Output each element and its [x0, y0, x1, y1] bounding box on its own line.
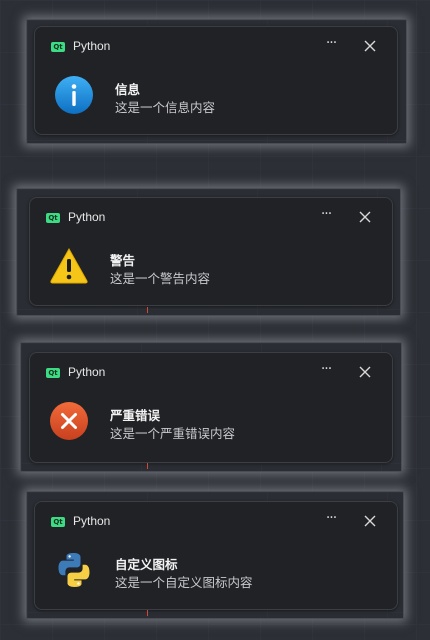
toast-title: 信息	[115, 82, 141, 97]
more-options-button[interactable]: ···	[319, 35, 343, 57]
more-options-button[interactable]: ···	[314, 206, 338, 228]
app-name: Python	[73, 39, 111, 53]
toast-window-error: Qt Python ··· 严重错误 这是一个严重错误内容	[20, 342, 402, 472]
close-button[interactable]	[354, 361, 376, 383]
warning-icon	[49, 246, 93, 290]
toast-window-custom: Qt Python ··· 自定义图标 这是一个自定义图标内容	[26, 491, 404, 619]
toast-card-warning[interactable]: Qt Python ··· 警告 这是一个警告内容	[29, 197, 393, 306]
toast-title: 警告	[110, 253, 136, 268]
close-button[interactable]	[354, 206, 376, 228]
toast-card-info[interactable]: Qt Python ··· 信息 这是一个信息内容	[34, 26, 398, 135]
toast-title: 严重错误	[110, 408, 161, 423]
qt-badge-icon: Qt	[46, 213, 60, 223]
toast-content: 这是一个警告内容	[110, 271, 211, 286]
desktop-background: Qt Python ··· 信息 这是一个信息内容 Qt Python ··· …	[0, 0, 430, 640]
qt-badge-icon: Qt	[51, 517, 65, 527]
toast-title: 自定义图标	[115, 557, 178, 572]
toast-content: 这是一个严重错误内容	[110, 426, 236, 441]
python-logo-icon	[54, 550, 98, 594]
close-icon	[364, 40, 376, 52]
app-name: Python	[73, 514, 111, 528]
toast-card-error[interactable]: Qt Python ··· 严重错误 这是一个严重错误内容	[29, 352, 393, 463]
qt-badge-icon: Qt	[46, 368, 60, 378]
info-icon	[54, 75, 98, 119]
toast-window-info: Qt Python ··· 信息 这是一个信息内容	[26, 19, 407, 144]
toast-card-custom[interactable]: Qt Python ··· 自定义图标 这是一个自定义图标内容	[34, 501, 398, 610]
close-button[interactable]	[359, 510, 381, 532]
more-options-button[interactable]: ···	[319, 510, 343, 532]
close-button[interactable]	[359, 35, 381, 57]
close-icon	[359, 366, 371, 378]
toast-content: 这是一个自定义图标内容	[115, 575, 253, 590]
error-icon	[49, 401, 93, 445]
close-icon	[364, 515, 376, 527]
toast-content: 这是一个信息内容	[115, 100, 216, 115]
more-options-button[interactable]: ···	[314, 361, 338, 383]
app-name: Python	[68, 210, 106, 224]
qt-badge-icon: Qt	[51, 42, 65, 52]
close-icon	[359, 211, 371, 223]
toast-window-warning: Qt Python ··· 警告 这是一个警告内容	[16, 188, 401, 316]
app-name: Python	[68, 365, 106, 379]
